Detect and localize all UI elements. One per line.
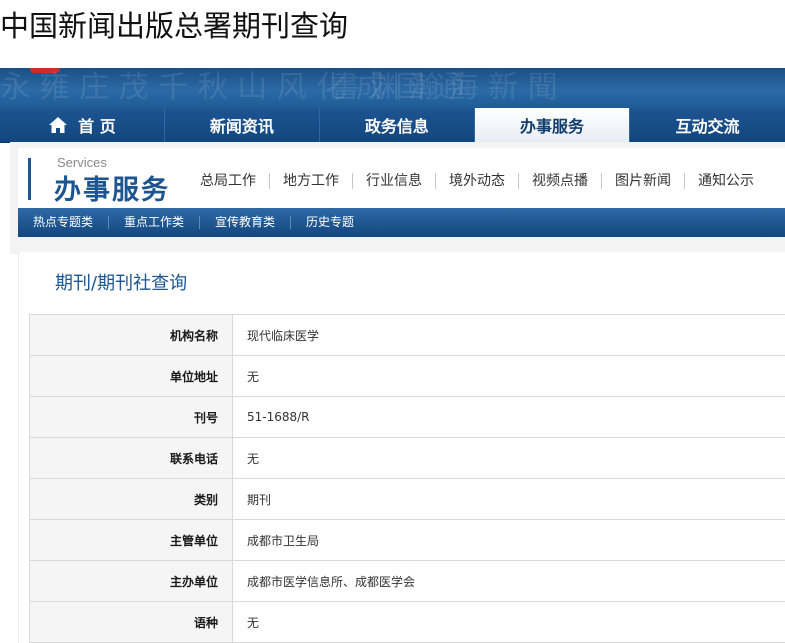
nav-interaction[interactable]: 互动交流 (630, 108, 785, 142)
field-value: 成都市卫生局 (232, 519, 785, 561)
page-title: 中国新闻出版总署期刊查询 (0, 9, 349, 43)
nav-services-label: 办事服务 (519, 117, 584, 136)
section-title: 办事服务 (54, 175, 170, 206)
topic-item[interactable]: 历史专题 (290, 216, 369, 229)
banner-decoration-characters: 書 渊 瀚 海 新 聞 (330, 70, 558, 105)
field-value: 成都市医学信息所、成都医学会 (232, 560, 785, 602)
field-value: 期刊 (232, 478, 785, 520)
sub-nav-item[interactable]: 通知公示 (684, 173, 767, 189)
field-label: 主办单位 (29, 560, 233, 602)
topic-item[interactable]: 热点专题类 (18, 216, 108, 229)
sub-nav-item[interactable]: 视频点播 (518, 173, 601, 189)
field-value: 现代临床医学 (232, 314, 785, 356)
query-title: 期刊/期刊社查询 (55, 273, 188, 294)
sub-nav-item[interactable]: 图片新闻 (601, 173, 684, 189)
table-row: 联系电话无 (29, 437, 785, 479)
sub-nav-item[interactable]: 行业信息 (352, 173, 435, 189)
journal-info-table: 机构名称 现代临床医学 单位地址无 刊号 51-1688/R 联系电话无 类别 期刊 … (29, 314, 785, 643)
table-row: 单位地址无 (29, 355, 785, 397)
table-row: 主管单位 成都市卫生局 (29, 519, 785, 561)
nav-government[interactable]: 政务信息 (320, 108, 475, 142)
header-banner: 永 雍 庄 茂 千 秋 山 风 化 成 国 通 書 渊 瀚 海 新 聞 (0, 68, 785, 108)
field-label: 刊号 (29, 396, 233, 438)
topic-item[interactable]: 宣传教育类 (199, 216, 290, 229)
query-panel: 期刊/期刊社查询 机构名称 现代临床医学 单位地址无 刊号 51-1688/R 联系… (18, 252, 785, 643)
field-label: 联系电话 (29, 437, 233, 479)
section-accent-bar (28, 158, 31, 200)
nav-government-label: 政务信息 (364, 117, 429, 136)
nav-interaction-label: 互动交流 (675, 117, 740, 136)
nav-services[interactable]: 办事服务 (474, 108, 630, 142)
table-row: 主办单位 成都市医学信息所、成都医学会 (29, 560, 785, 602)
nav-home-label: 首 页 (78, 117, 116, 136)
table-row: 机构名称 现代临床医学 (29, 314, 785, 356)
main-nav: 首 页 新闻资讯 政务信息 办事服务 互动交流 (0, 108, 785, 143)
field-label: 机构名称 (29, 314, 233, 356)
field-value: 无 (232, 437, 785, 479)
field-label: 语种 (29, 601, 233, 643)
field-label: 主管单位 (29, 519, 233, 561)
field-value: 无 (232, 601, 785, 643)
table-row: 刊号 51-1688/R (29, 396, 785, 438)
home-icon (49, 117, 68, 133)
sub-nav-item[interactable]: 地方工作 (269, 173, 352, 189)
table-row: 类别 期刊 (29, 478, 785, 520)
sub-nav: 总局工作 地方工作 行业信息 境外动态 视频点播 图片新闻 通知公示 (200, 173, 767, 189)
table-row: 语种无 (29, 601, 785, 643)
section-header: Services 办事服务 总局工作 地方工作 行业信息 境外动态 视频点播 图… (18, 148, 785, 208)
field-value: 无 (232, 355, 785, 397)
topic-bar: 热点专题类 重点工作类 宣传教育类 历史专题 (18, 208, 785, 237)
nav-news-label: 新闻资讯 (209, 117, 274, 136)
field-label: 单位地址 (29, 355, 233, 397)
sub-nav-item[interactable]: 总局工作 (200, 173, 269, 189)
topic-item[interactable]: 重点工作类 (108, 216, 199, 229)
field-label: 类别 (29, 478, 233, 520)
nav-home[interactable]: 首 页 (0, 108, 165, 142)
field-value: 51-1688/R (232, 396, 785, 438)
section-header-area: Services 办事服务 总局工作 地方工作 行业信息 境外动态 视频点播 图… (10, 142, 785, 254)
nav-news[interactable]: 新闻资讯 (165, 108, 320, 142)
sub-nav-item[interactable]: 境外动态 (435, 173, 518, 189)
